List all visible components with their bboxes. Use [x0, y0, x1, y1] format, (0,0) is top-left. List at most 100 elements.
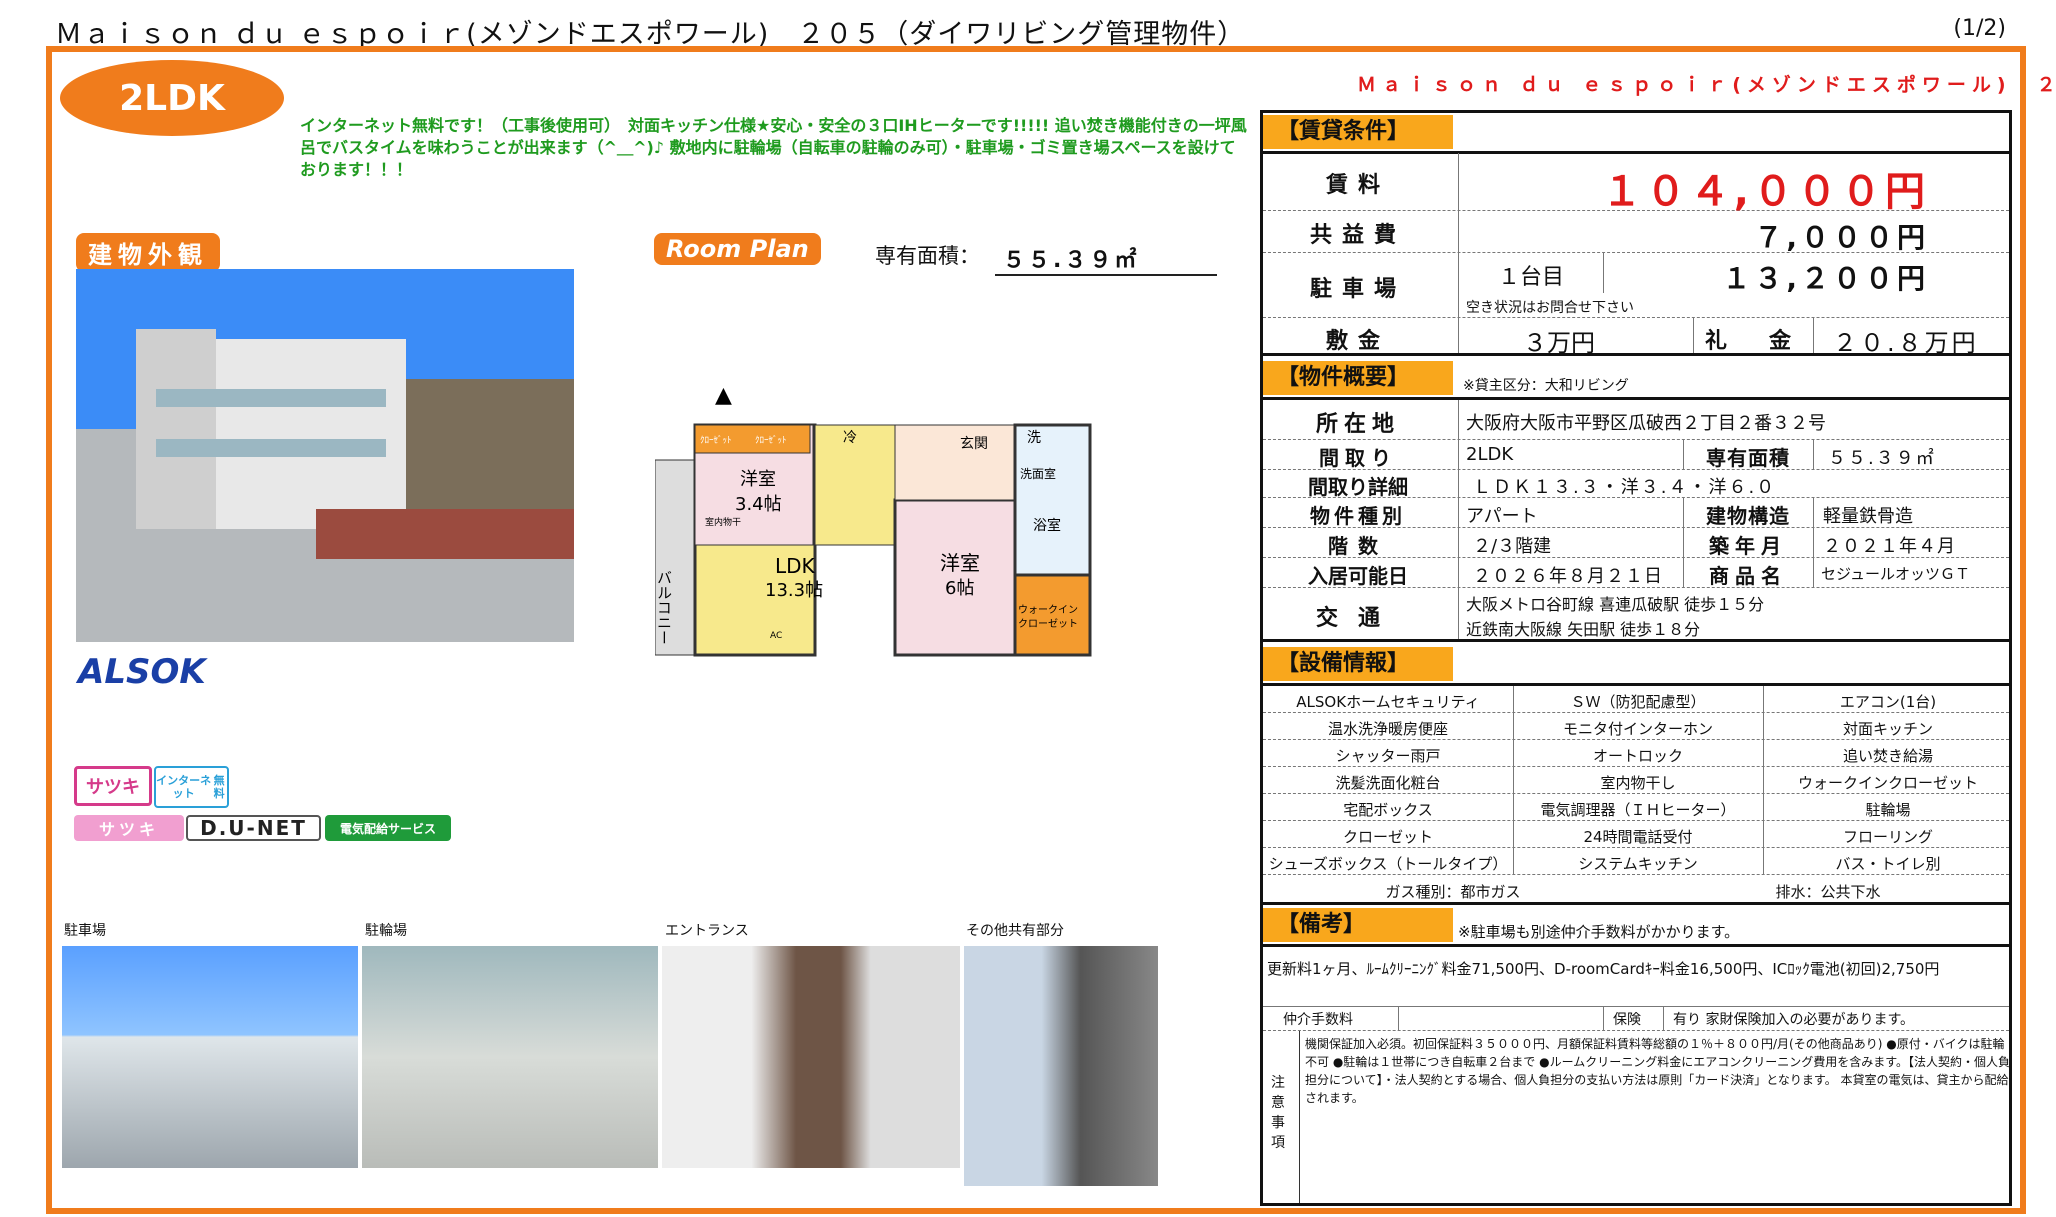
photo-caption-entrance: エントランス	[665, 923, 749, 939]
equipment-item: エアコン(1台)	[1839, 693, 1937, 711]
internet-logo-line2: 無料	[213, 774, 225, 800]
rent-label: 賃料	[1325, 173, 1390, 198]
bicycle-photo	[362, 946, 658, 1168]
internet-logo-line1: インターネット	[156, 774, 212, 800]
room-plan-label: Room Plan	[654, 233, 821, 265]
parking-label: 駐車場	[1309, 277, 1406, 302]
equipment-row: シャッター雨戸 オートロック 追い焚き給湯	[1263, 740, 2009, 767]
photo-caption-bicycle: 駐輪場	[365, 923, 407, 939]
catch-copy: インターネット無料です！（工事後使用可） 対面キッチン仕様★安心・安全の３口IH…	[300, 116, 1247, 179]
row-common-fee: 共益費 ７,０００円	[1263, 211, 2009, 254]
equipment-row: クローゼット 24時間電話受付 フローリング	[1263, 821, 2009, 848]
area-value: ５５.３９㎡	[995, 242, 1217, 276]
equipment-item: フローリング	[1842, 828, 1933, 846]
plan-walkin2: クローゼット	[1018, 618, 1078, 630]
equipment-item: モニタ付インターホン	[1562, 720, 1713, 738]
built-value: ２０２１年４月	[1823, 536, 1956, 557]
plan-ldk: LDK	[775, 554, 816, 578]
svg-text:▲: ▲	[715, 383, 732, 408]
address-label: 所在地	[1315, 412, 1400, 437]
equipment-item: 洗髪洗面化粧台	[1335, 774, 1441, 792]
equipment-item: 電気調理器（ＩＨヒーター）	[1540, 801, 1736, 819]
key-money-value: ２０.８万円	[1833, 329, 1979, 357]
equipment-item: オートロック	[1592, 747, 1683, 765]
product-value: セジュールオッツＧＴ	[1821, 565, 1970, 583]
plan-ac: AC	[770, 631, 782, 641]
info-title: Ｍａｉｓｏｎ ｄｕ ｅｓｐｏｉｒ(メゾンドエスポワール) ２０５	[1357, 74, 2056, 96]
equipment-item: 温水洗浄暖房便座	[1327, 720, 1448, 738]
plan-room2-size: 6帖	[945, 578, 974, 599]
access-label: 交通	[1315, 606, 1400, 631]
row-type: 物件種別 アパート 建物構造 軽量鉄骨造	[1263, 498, 2009, 528]
layout-label: 間取り	[1319, 446, 1397, 470]
common-area-photo	[964, 946, 1158, 1186]
satsuki-banner: サツキ	[74, 815, 184, 841]
equipment-item: ＳＷ（防犯配慮型）	[1570, 693, 1706, 711]
dunet-logo: D.U-NET	[186, 815, 321, 841]
equipment-row: 宅配ボックス 電気調理器（ＩＨヒーター） 駐輪場	[1263, 794, 2009, 821]
internet-free-logo: インターネット 無料	[154, 766, 229, 808]
electric-service-logo: 電気配給サービス	[325, 815, 451, 841]
parking-photo	[62, 946, 358, 1168]
row-parking: 駐車場 １台目 １３,２００円 空き状況はお問合せ下さい	[1263, 253, 2009, 318]
equipment-item: バス・トイレ別	[1835, 855, 1941, 873]
move-in-label: 入居可能日	[1308, 564, 1408, 588]
common-fee-value: ７,０００円	[1754, 221, 1929, 254]
equipment-row: ALSOKホームセキュリティ ＳＷ（防犯配慮型） エアコン(1台)	[1263, 686, 2009, 713]
gas-type: ガス種別：都市ガス	[1385, 883, 1521, 901]
plan-wash: 洗	[1027, 430, 1041, 446]
plan-washroom: 洗面室	[1020, 466, 1056, 481]
section-equipment: 【設備情報】	[1263, 647, 1453, 681]
equipment-item: 室内物干し	[1600, 774, 1676, 792]
equipment-item: クローゼット	[1342, 828, 1433, 846]
floors-value: ２/３階建	[1473, 536, 1552, 557]
plan-walkin: ウォークイン	[1018, 604, 1078, 616]
insurance-label: 保険	[1613, 1012, 1641, 1028]
structure-label: 建物構造	[1706, 504, 1790, 528]
equipment-item: 駐輪場	[1865, 801, 1911, 819]
owner-note: ※貸主区分：大和リビング	[1463, 378, 1629, 394]
plan-balcony: バルコニー	[655, 570, 673, 645]
structure-value: 軽量鉄骨造	[1823, 506, 1913, 527]
row-rent: 賃料 １０４,０００円	[1263, 153, 2009, 215]
plan-room1: 洋室	[740, 469, 776, 490]
access-line1: 大阪メトロ谷町線 喜連瓜破駅 徒歩１５分	[1466, 595, 1765, 614]
access-line2: 近鉄南大阪線 矢田駅 徒歩１８分	[1466, 620, 1701, 639]
plan-bath: 浴室	[1033, 517, 1061, 534]
entrance-photo	[662, 946, 960, 1168]
equipment-item: 宅配ボックス	[1343, 801, 1433, 819]
equipment-item: シャッター雨戸	[1335, 747, 1441, 765]
key-money-label: 礼 金	[1704, 329, 1801, 354]
layout-detail-label: 間取り詳細	[1308, 475, 1408, 499]
renewal-fees: 更新料1ヶ月、ﾙｰﾑｸﾘｰﾆﾝｸﾞ料金71,500円、D-roomCardｷｰ料…	[1267, 960, 1940, 978]
area-value-info: ５５.３９㎡	[1828, 448, 1936, 469]
plan-room1-size: 3.4帖	[735, 494, 782, 515]
plan-closet1: ｸﾛｰｾﾞｯﾄ	[700, 435, 732, 446]
common-fee-label: 共益費	[1309, 223, 1406, 248]
layout-badge: 2LDK	[60, 60, 284, 136]
section-remarks: 【備考】	[1263, 908, 1453, 942]
drain-type: 排水：公共下水	[1775, 883, 1881, 901]
row-deposit: 敷金 ３万円 礼 金 ２０.８万円	[1263, 318, 2009, 357]
rent-value: １０４,０００円	[1601, 169, 1929, 215]
row-gas-drain: ガス種別：都市ガス 排水：公共下水	[1263, 875, 2009, 905]
row-layout-detail: 間取り詳細 ＬＤＫ１３.３・洋３.４・洋６.０	[1263, 470, 2009, 499]
plan-room2: 洋室	[940, 551, 980, 575]
equipment-row: 温水洗浄暖房便座 モニタ付インターホン 対面キッチン	[1263, 713, 2009, 740]
deposit-label: 敷金	[1325, 329, 1390, 354]
plan-indoor-dry: 室内物干	[705, 516, 741, 528]
satsuki-logo: サツキ	[74, 766, 152, 806]
equipment-item: 対面キッチン	[1842, 720, 1933, 738]
parking-note: 空き状況はお問合せ下さい	[1466, 300, 1634, 316]
exterior-label: 建物外観	[76, 233, 220, 272]
built-label: 築年月	[1709, 534, 1787, 558]
page-indicator: (1/2)	[1953, 16, 2006, 41]
row-move-in: 入居可能日 ２０２６年８月２１日 商品名 セジュールオッツＧＴ	[1263, 558, 2009, 588]
caution-text: 機関保証加入必須。初回保証料３５０００円、月額保証料賃料等総額の１％＋８００円/…	[1305, 1037, 2011, 1105]
equipment-row: 洗髪洗面化粧台 室内物干し ウォークインクローゼット	[1263, 767, 2009, 794]
type-label: 物件種別	[1310, 504, 1406, 528]
layout-detail-value: ＬＤＫ１３.３・洋３.４・洋６.０	[1473, 477, 1777, 498]
parking-fee: １３,２００円	[1722, 262, 1929, 295]
plan-fridge: 冷	[843, 430, 857, 446]
plan-ldk-size: 13.3帖	[765, 580, 823, 601]
